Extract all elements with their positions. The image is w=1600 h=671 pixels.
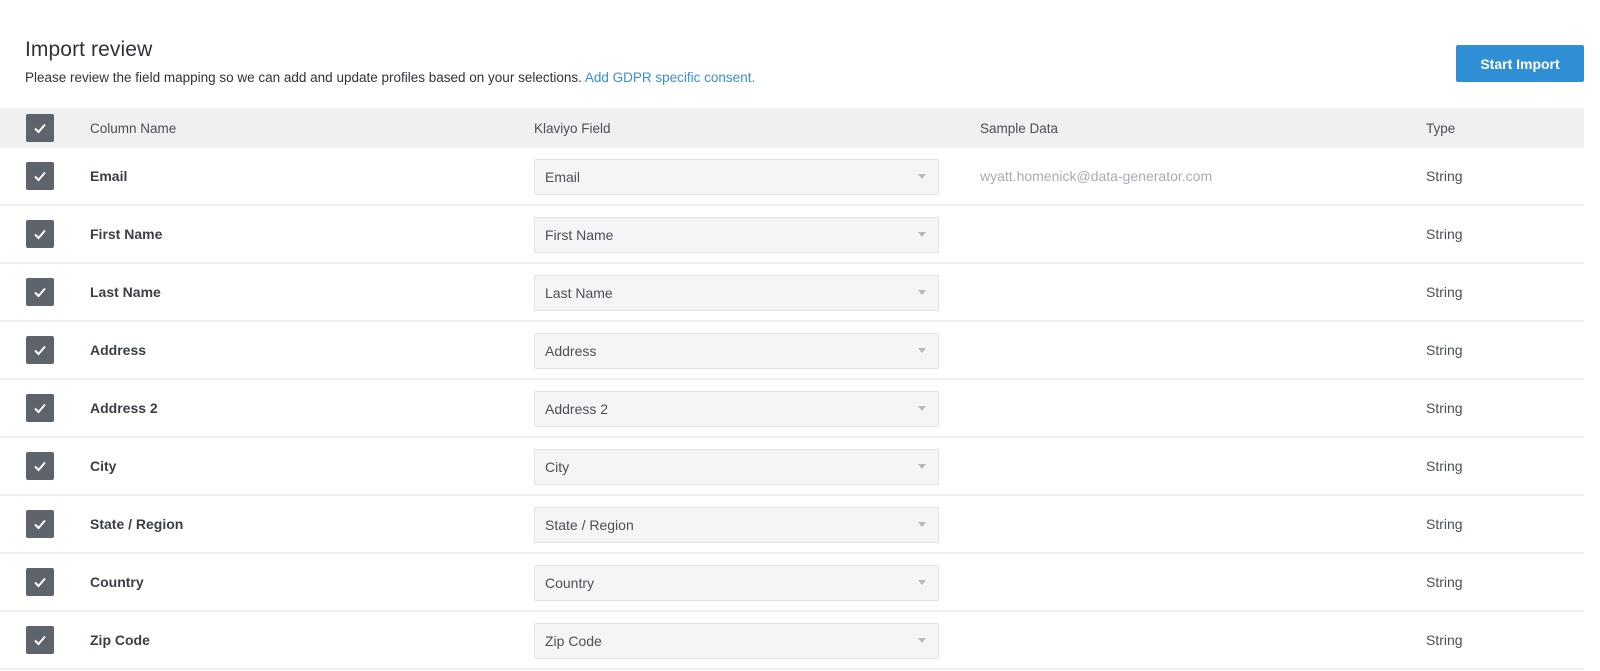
row-column-name: Address 2 bbox=[90, 400, 158, 416]
chevron-down-icon bbox=[918, 522, 926, 527]
table-row: First Name First Name String bbox=[0, 206, 1584, 264]
row-column-name: Last Name bbox=[90, 284, 161, 300]
checkmark-icon bbox=[34, 287, 46, 298]
page-header: Import review Please review the field ma… bbox=[25, 38, 1600, 85]
row-type: String bbox=[1426, 342, 1463, 358]
row-type: String bbox=[1426, 458, 1463, 474]
row-column-name: Email bbox=[90, 168, 128, 184]
klaviyo-field-select[interactable]: Email bbox=[534, 159, 939, 195]
klaviyo-field-select[interactable]: First Name bbox=[534, 217, 939, 253]
select-value: State / Region bbox=[545, 517, 634, 533]
header-sample-data: Sample Data bbox=[980, 120, 1059, 136]
checkmark-icon bbox=[34, 123, 46, 134]
table-row: Address 2 Address 2 String bbox=[0, 380, 1584, 438]
row-column-name: State / Region bbox=[90, 516, 184, 532]
row-type: String bbox=[1426, 284, 1463, 300]
select-value: Address bbox=[545, 343, 597, 359]
table-row: City City String bbox=[0, 438, 1584, 496]
row-type: String bbox=[1426, 226, 1463, 242]
table-row: Country Country String bbox=[0, 554, 1584, 612]
klaviyo-field-select[interactable]: Zip Code bbox=[534, 623, 939, 659]
checkmark-icon bbox=[34, 577, 46, 588]
checkmark-icon bbox=[34, 171, 46, 182]
row-column-name: Address bbox=[90, 342, 147, 358]
row-column-name: Country bbox=[90, 574, 144, 590]
select-all-checkbox[interactable] bbox=[26, 114, 54, 142]
klaviyo-field-select[interactable]: Country bbox=[534, 565, 939, 601]
table-header: Column Name Klaviyo Field Sample Data Ty… bbox=[0, 108, 1584, 148]
row-checkbox[interactable] bbox=[26, 220, 54, 248]
gdpr-consent-link[interactable]: Add GDPR specific consent. bbox=[585, 70, 755, 85]
table-row: Address Address String bbox=[0, 322, 1584, 380]
checkmark-icon bbox=[34, 519, 46, 530]
start-import-button[interactable]: Start Import bbox=[1456, 45, 1584, 82]
row-type: String bbox=[1426, 574, 1463, 590]
select-value: Zip Code bbox=[545, 633, 602, 649]
header-column-name: Column Name bbox=[90, 120, 177, 136]
row-column-name: Zip Code bbox=[90, 632, 150, 648]
field-mapping-table: Column Name Klaviyo Field Sample Data Ty… bbox=[0, 108, 1584, 670]
row-checkbox[interactable] bbox=[26, 568, 54, 596]
chevron-down-icon bbox=[918, 638, 926, 643]
chevron-down-icon bbox=[918, 290, 926, 295]
table-body: Email Email wyatt.homenick@data-generato… bbox=[0, 148, 1584, 670]
header-klaviyo-field: Klaviyo Field bbox=[534, 120, 611, 136]
klaviyo-field-select[interactable]: Address 2 bbox=[534, 391, 939, 427]
row-type: String bbox=[1426, 168, 1463, 184]
chevron-down-icon bbox=[918, 464, 926, 469]
row-checkbox[interactable] bbox=[26, 510, 54, 538]
checkmark-icon bbox=[34, 345, 46, 356]
select-value: City bbox=[545, 459, 570, 475]
table-row: Last Name Last Name String bbox=[0, 264, 1584, 322]
chevron-down-icon bbox=[918, 232, 926, 237]
klaviyo-field-select[interactable]: City bbox=[534, 449, 939, 485]
checkmark-icon bbox=[34, 461, 46, 472]
checkmark-icon bbox=[34, 229, 46, 240]
page-subtitle: Please review the field mapping so we ca… bbox=[25, 70, 1600, 85]
select-value: Email bbox=[545, 169, 581, 185]
page-title: Import review bbox=[25, 38, 153, 61]
row-sample-data: wyatt.homenick@data-generator.com bbox=[980, 168, 1213, 184]
checkmark-icon bbox=[34, 635, 46, 646]
chevron-down-icon bbox=[918, 348, 926, 353]
klaviyo-field-select[interactable]: State / Region bbox=[534, 507, 939, 543]
table-row: Email Email wyatt.homenick@data-generato… bbox=[0, 148, 1584, 206]
table-row: State / Region State / Region String bbox=[0, 496, 1584, 554]
header-type: Type bbox=[1426, 120, 1456, 136]
chevron-down-icon bbox=[918, 406, 926, 411]
row-column-name: First Name bbox=[90, 226, 163, 242]
select-value: Address 2 bbox=[545, 401, 609, 417]
checkmark-icon bbox=[34, 403, 46, 414]
chevron-down-icon bbox=[918, 174, 926, 179]
table-row: Zip Code Zip Code String bbox=[0, 612, 1584, 670]
row-checkbox[interactable] bbox=[26, 336, 54, 364]
select-value: First Name bbox=[545, 227, 614, 243]
row-type: String bbox=[1426, 516, 1463, 532]
row-checkbox[interactable] bbox=[26, 162, 54, 190]
row-type: String bbox=[1426, 400, 1463, 416]
klaviyo-field-select[interactable]: Last Name bbox=[534, 275, 939, 311]
row-checkbox[interactable] bbox=[26, 394, 54, 422]
subtitle-text: Please review the field mapping so we ca… bbox=[25, 70, 582, 85]
klaviyo-field-select[interactable]: Address bbox=[534, 333, 939, 369]
row-type: String bbox=[1426, 632, 1463, 648]
select-value: Last Name bbox=[545, 285, 613, 301]
row-checkbox[interactable] bbox=[26, 278, 54, 306]
select-value: Country bbox=[545, 575, 595, 591]
row-checkbox[interactable] bbox=[26, 626, 54, 654]
row-column-name: City bbox=[90, 458, 117, 474]
chevron-down-icon bbox=[918, 580, 926, 585]
row-checkbox[interactable] bbox=[26, 452, 54, 480]
